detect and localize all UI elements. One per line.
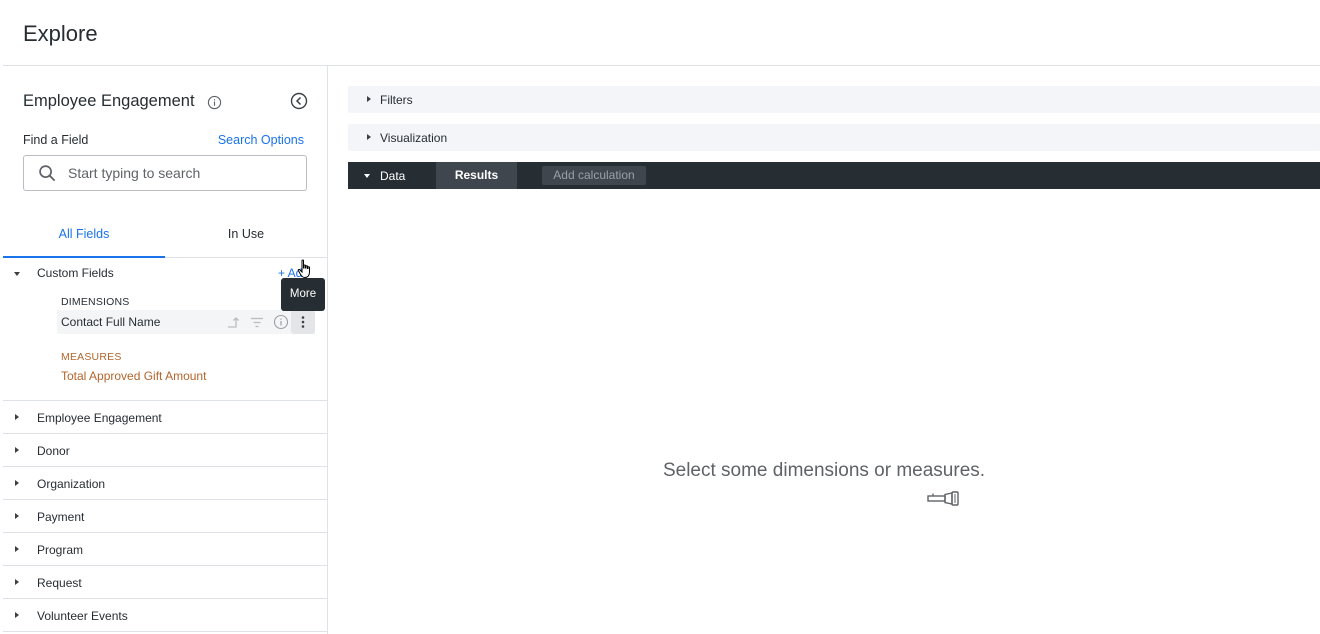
view-request[interactable]: Request xyxy=(3,566,327,599)
data-section: Data Results Add calculation xyxy=(348,162,1320,189)
view-label: Organization xyxy=(37,477,106,491)
add-calculation-button[interactable]: Add calculation xyxy=(542,166,646,185)
view-label: Payment xyxy=(37,510,85,524)
caret-right-icon xyxy=(367,96,371,102)
collapse-panel-icon[interactable] xyxy=(290,92,308,110)
filter-icon[interactable] xyxy=(249,314,265,330)
tab-in-use[interactable]: In Use xyxy=(165,212,327,258)
view-label: Employee Engagement xyxy=(37,411,162,425)
visualization-label: Visualization xyxy=(380,131,448,145)
find-field-label: Find a Field xyxy=(23,133,89,147)
measure-field-name[interactable]: Total Approved Gift Amount xyxy=(61,369,206,383)
view-payment[interactable]: Payment xyxy=(3,500,327,533)
explore-main: Filters Visualization Data Results Add c… xyxy=(328,66,1320,634)
measures-heading: MEASURES xyxy=(61,351,122,363)
pivot-icon[interactable] xyxy=(225,314,241,330)
more-tooltip: More xyxy=(281,278,325,311)
caret-right-icon xyxy=(367,134,371,140)
tab-all-fields[interactable]: All Fields xyxy=(3,212,165,258)
search-options-link[interactable]: Search Options xyxy=(218,133,304,147)
info-icon[interactable] xyxy=(207,95,222,110)
caret-right-icon xyxy=(15,480,19,486)
caret-right-icon xyxy=(15,579,19,585)
caret-right-icon xyxy=(15,513,19,519)
view-program[interactable]: Program xyxy=(3,533,327,566)
field-search-box xyxy=(23,155,307,191)
view-label: Request xyxy=(37,576,82,590)
flashlight-icon xyxy=(927,491,959,506)
custom-fields-header[interactable]: Custom Fields + Add xyxy=(3,266,327,284)
caret-right-icon xyxy=(15,546,19,552)
explore-name: Employee Engagement xyxy=(23,92,195,110)
search-icon xyxy=(39,165,56,182)
caret-down-icon xyxy=(364,174,370,178)
caret-down-icon xyxy=(14,272,20,276)
filters-label: Filters xyxy=(380,93,413,107)
custom-fields-label: Custom Fields xyxy=(37,266,114,280)
view-label: Program xyxy=(37,543,84,557)
field-picker-panel: Employee Engagement Find a Field Search … xyxy=(3,66,328,634)
caret-right-icon xyxy=(15,447,19,453)
dimensions-heading: DIMENSIONS xyxy=(61,296,130,308)
field-info-icon[interactable] xyxy=(273,314,289,330)
view-organization[interactable]: Organization xyxy=(3,467,327,500)
empty-state-message: Select some dimensions or measures. xyxy=(662,460,986,481)
page-title: Explore xyxy=(23,21,98,46)
view-employee-engagement[interactable]: Employee Engagement xyxy=(3,401,327,434)
view-label: Donor xyxy=(37,444,70,458)
field-search-input[interactable] xyxy=(68,163,293,183)
view-donor[interactable]: Donor xyxy=(3,434,327,467)
field-tabs: All Fields In Use xyxy=(3,212,327,258)
more-vert-icon xyxy=(301,316,305,328)
view-label: Volunteer Events xyxy=(37,609,128,623)
more-options-button[interactable] xyxy=(291,310,315,334)
view-volunteer-events[interactable]: Volunteer Events xyxy=(3,599,327,632)
filters-section[interactable]: Filters xyxy=(348,86,1320,113)
data-toggle[interactable]: Data xyxy=(380,169,405,183)
explore-frame: Explore Employee Engagement Find a Field… xyxy=(3,3,1320,634)
visualization-section[interactable]: Visualization xyxy=(348,124,1320,151)
dimension-field-name: Contact Full Name xyxy=(61,315,161,329)
results-tab[interactable]: Results xyxy=(436,162,517,189)
caret-right-icon xyxy=(15,414,19,420)
caret-right-icon xyxy=(15,612,19,618)
custom-fields-group: Custom Fields + Add DIMENSIONS Contact F… xyxy=(3,258,327,401)
pointer-hand-icon xyxy=(297,259,310,279)
top-bar: Explore xyxy=(3,3,1320,66)
dimension-field-row[interactable]: Contact Full Name xyxy=(57,310,315,334)
